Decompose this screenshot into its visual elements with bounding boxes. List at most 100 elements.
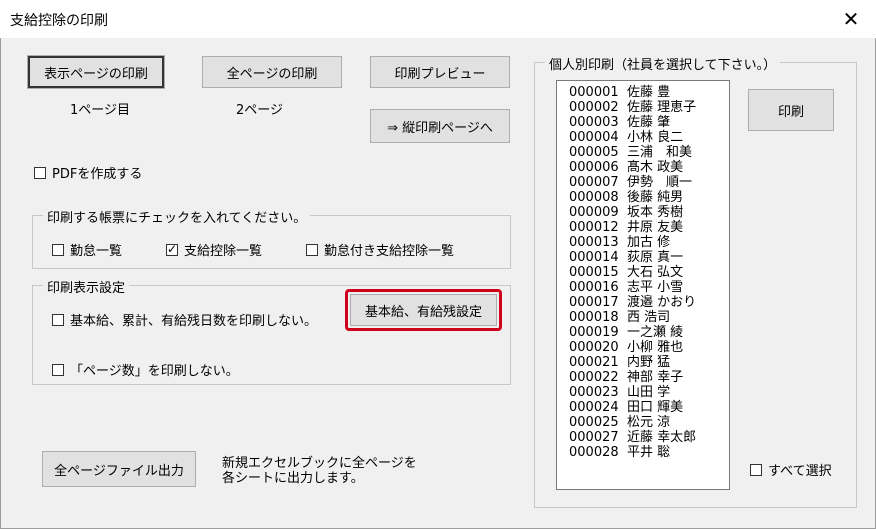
list-item[interactable]: 000023 山田 学 [569,385,729,400]
employee-name: 佐藤 理恵子 [627,100,697,115]
checkbox-box[interactable] [750,463,762,476]
list-item[interactable]: 000027 近藤 幸太郎 [569,430,729,445]
employee-code: 000009 [569,205,619,220]
employee-code: 000013 [569,235,619,250]
employee-code: 000019 [569,325,619,340]
employee-listbox[interactable]: 000001 佐藤 豊 000002 佐藤 理恵子 000003 佐藤 肇 000004 小林… [556,80,730,490]
all-pages-file-output-button[interactable]: 全ページファイル出力 [42,451,196,487]
list-item[interactable]: 000018 西 浩司 [569,310,729,325]
list-item[interactable]: 000008 後藤 純男 [569,190,729,205]
individual-print-group-title: 個人別印刷（社員を選択して下さい。） [545,54,781,73]
print-display-settings-title: 印刷表示設定 [43,277,130,296]
employee-name: 佐藤 肇 [627,115,671,130]
employee-code: 000015 [569,265,619,280]
payment-deduction-list-label: 支給控除一覧 [184,244,263,259]
select-all-checkbox[interactable]: すべて選択 [750,460,832,479]
employee-code: 000025 [569,415,619,430]
employee-name: 近藤 幸太郎 [627,430,697,445]
employee-name: 髙木 政美 [627,160,684,175]
employee-code: 000022 [569,370,619,385]
print-display-page-button[interactable]: 表示ページの印刷 [27,55,165,89]
print-individual-button[interactable]: 印刷 [748,89,834,131]
create-pdf-label: PDFを作成する [52,167,143,182]
employee-name: 平井 聡 [627,445,671,460]
employee-name: 坂本 秀樹 [627,205,684,220]
list-item[interactable]: 000020 小柳 雅也 [569,340,729,355]
list-item[interactable]: 000015 大石 弘文 [569,265,729,280]
checkbox-box-checked[interactable] [166,242,178,256]
employee-name: 田口 輝美 [627,400,684,415]
employee-code: 000021 [569,355,619,370]
employee-name: 大石 弘文 [627,265,684,280]
print-all-pages-button[interactable]: 全ページの印刷 [202,56,342,88]
vertical-print-page-button[interactable]: ⇒ 縦印刷ページへ [370,109,510,143]
list-item[interactable]: 000001 佐藤 豊 [569,85,729,100]
list-item[interactable]: 000006 髙木 政美 [569,160,729,175]
close-icon[interactable]: ✕ [838,6,864,32]
list-item[interactable]: 000013 加古 修 [569,235,729,250]
list-item[interactable]: 000017 渡邉 かおり [569,295,729,310]
employee-code: 000028 [569,445,619,460]
list-item[interactable]: 000004 小林 良二 [569,130,729,145]
employee-name: 西 浩司 [627,310,671,325]
attendance-payment-deduction-list-checkbox[interactable]: 勤怠付き支給控除一覧 [306,240,454,259]
list-item[interactable]: 000025 松元 涼 [569,415,729,430]
employee-code: 000018 [569,310,619,325]
list-item[interactable]: 000007 伊勢 順一 [569,175,729,190]
payment-deduction-list-checkbox[interactable]: 支給控除一覧 [166,240,262,259]
employee-code: 000024 [569,400,619,415]
employee-name: 加古 修 [627,235,671,250]
list-item[interactable]: 000005 三浦 和美 [569,145,729,160]
list-item[interactable]: 000002 佐藤 理恵子 [569,100,729,115]
list-item[interactable]: 000021 内野 猛 [569,355,729,370]
employee-name: 佐藤 豊 [627,85,671,100]
employee-name: 小柳 雅也 [627,340,684,355]
page-total-label: 2ページ [236,103,284,118]
employee-code: 000002 [569,100,619,115]
employee-code: 000012 [569,220,619,235]
print-preview-button[interactable]: 印刷プレビュー [370,56,510,88]
highlight-box [345,289,502,331]
list-item[interactable]: 000022 神部 幸子 [569,370,729,385]
list-item[interactable]: 000016 志平 小雪 [569,280,729,295]
employee-code: 000017 [569,295,619,310]
list-item[interactable]: 000019 一之瀬 綾 [569,325,729,340]
attendance-list-checkbox[interactable]: 勤怠一覧 [52,240,122,259]
employee-code: 000014 [569,250,619,265]
window-title: 支給控除の印刷 [10,13,108,29]
checkbox-box[interactable] [52,243,64,256]
employee-code: 000008 [569,190,619,205]
checkbox-box[interactable] [52,313,64,326]
employee-code: 000007 [569,175,619,190]
employee-name: 内野 猛 [627,355,671,370]
select-all-label: すべて選択 [768,464,832,479]
employee-name: 渡邉 かおり [627,295,697,310]
list-item[interactable]: 000012 井原 友美 [569,220,729,235]
list-item[interactable]: 000024 田口 輝美 [569,400,729,415]
list-item[interactable]: 000014 荻原 真一 [569,250,729,265]
employee-name: 荻原 真一 [627,250,684,265]
create-pdf-checkbox[interactable]: PDFを作成する [34,163,142,182]
no-print-page-count-checkbox[interactable]: 「ページ数」を印刷しない。 [52,360,239,379]
list-item[interactable]: 000009 坂本 秀樹 [569,205,729,220]
employee-code: 000005 [569,145,619,160]
list-item[interactable]: 000003 佐藤 肇 [569,115,729,130]
employee-name: 井原 友美 [627,220,684,235]
employee-code: 000027 [569,430,619,445]
checkbox-box[interactable] [306,243,318,256]
employee-code: 000003 [569,115,619,130]
attendance-list-label: 勤怠一覧 [70,244,123,259]
employee-name: 小林 良二 [627,130,684,145]
employee-name: 神部 幸子 [627,370,684,385]
no-print-basic-salary-checkbox[interactable]: 基本給、累計、有給残日数を印刷しない。 [52,310,317,329]
checkbox-box[interactable] [52,363,64,376]
employee-name: 松元 涼 [627,415,671,430]
checkbox-box[interactable] [34,166,46,179]
employee-name: 志平 小雪 [627,280,684,295]
list-item[interactable]: 000028 平井 聡 [569,445,729,460]
no-print-page-count-label: 「ページ数」を印刷しない。 [70,364,239,379]
employee-name: 後藤 純男 [627,190,684,205]
employee-code: 000006 [569,160,619,175]
file-output-description-line2: 各シートに出力します。 [222,471,364,486]
no-print-basic-salary-label: 基本給、累計、有給残日数を印刷しない。 [70,314,318,329]
